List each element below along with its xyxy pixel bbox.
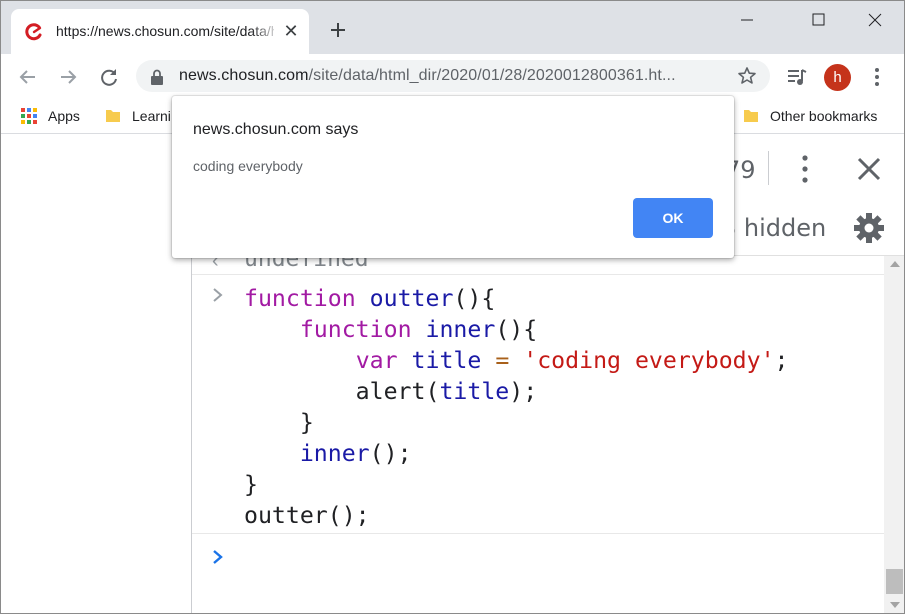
bookmark-folder-other[interactable]: Other bookmarks	[742, 107, 877, 127]
code-line: function inner(){	[299, 316, 538, 343]
back-arrow-icon[interactable]	[13, 62, 43, 92]
code-token: =	[495, 347, 510, 374]
code-line: function outter(){	[244, 285, 496, 312]
tab-title: https://news.chosun.com/site/data/html_d…	[56, 23, 274, 39]
page-viewport[interactable]	[0, 135, 191, 614]
console-input-entry[interactable]: function outter(){ function inner(){ var…	[192, 276, 884, 534]
console-scrollbar[interactable]	[884, 256, 905, 614]
result-arrow-icon: ‹	[212, 256, 219, 272]
profile-avatar[interactable]: h	[824, 64, 851, 91]
media-control-icon[interactable]	[786, 66, 808, 88]
apps-grid-icon	[21, 108, 37, 124]
bookmark-star-icon[interactable]	[737, 66, 757, 86]
dialog-message: coding everybody	[193, 158, 303, 174]
result-value: undefined	[244, 256, 369, 272]
javascript-alert-dialog: news.chosun.com says coding everybody OK	[172, 96, 734, 258]
tab-title-fade	[251, 19, 281, 45]
code-line: outter();	[244, 502, 370, 529]
devtools-menu-icon[interactable]	[798, 153, 812, 185]
code-token: title	[411, 347, 482, 374]
hidden-messages-count: 3 hidden	[721, 214, 827, 242]
forward-arrow-icon[interactable]	[53, 62, 83, 92]
code-line: var title = 'coding everybody';	[355, 347, 789, 374]
chevron-right-icon	[213, 288, 223, 302]
code-token: var	[355, 347, 398, 374]
code-token: title	[439, 378, 510, 405]
bookmark-learning-label: Learni	[132, 108, 171, 124]
url-path: /site/data/html_dir/2020/01/28/202001280…	[308, 67, 676, 84]
scrollbar-thumb[interactable]	[886, 569, 903, 594]
chrome-menu-icon[interactable]	[866, 65, 888, 89]
scroll-up-arrow-icon[interactable]	[890, 261, 900, 267]
code-token: inner	[299, 440, 370, 467]
close-icon[interactable]: ✕	[282, 22, 300, 40]
bookmark-apps[interactable]: Apps	[20, 107, 80, 127]
url-text: news.chosun.com/site/data/html_dir/2020/…	[179, 67, 676, 85]
code-line: inner();	[299, 440, 412, 467]
lock-icon[interactable]	[150, 69, 164, 85]
active-tab[interactable]: https://news.chosun.com/site/data/html_d…	[11, 9, 309, 55]
new-tab-plus-icon[interactable]	[326, 18, 350, 42]
code-token: function	[244, 285, 356, 312]
url-host: news.chosun.com	[179, 67, 309, 84]
code-line: alert(title);	[244, 378, 538, 405]
console-result-row: ‹ undefined	[192, 256, 884, 275]
toolbar-separator	[768, 151, 769, 185]
maximize-window-icon[interactable]	[790, 0, 844, 40]
prompt-chevron-icon	[213, 550, 223, 564]
bookmark-other-label: Other bookmarks	[770, 108, 878, 124]
close-window-icon[interactable]	[848, 0, 902, 40]
address-bar[interactable]: news.chosun.com/site/data/html_dir/2020/…	[136, 60, 770, 92]
code-line: }	[244, 471, 258, 498]
browser-toolbar: news.chosun.com/site/data/html_dir/2020/…	[0, 54, 905, 100]
ok-button[interactable]: OK	[633, 198, 713, 238]
reload-icon[interactable]	[94, 62, 124, 92]
minimize-window-icon[interactable]	[720, 0, 774, 40]
folder-icon	[106, 110, 120, 122]
code-token: inner	[425, 316, 496, 343]
folder-icon	[744, 110, 758, 122]
bookmark-folder-learning[interactable]: Learni	[104, 107, 171, 127]
chosun-logo-icon	[25, 23, 42, 41]
devtools-close-icon[interactable]	[856, 156, 882, 182]
scroll-down-arrow-icon[interactable]	[890, 602, 900, 608]
tab-strip: https://news.chosun.com/site/data/html_d…	[0, 0, 905, 55]
bookmark-apps-label: Apps	[48, 108, 80, 124]
code-text: function outter(){ function inner(){ var…	[244, 283, 789, 531]
console-prompt-input[interactable]	[192, 535, 884, 575]
code-token: function	[299, 316, 412, 343]
dialog-title: news.chosun.com says	[193, 121, 359, 138]
code-token: 'coding everybody'	[523, 347, 775, 374]
code-token: outter	[369, 285, 454, 312]
code-line: }	[244, 409, 314, 436]
console-settings-gear-icon[interactable]	[852, 211, 886, 245]
